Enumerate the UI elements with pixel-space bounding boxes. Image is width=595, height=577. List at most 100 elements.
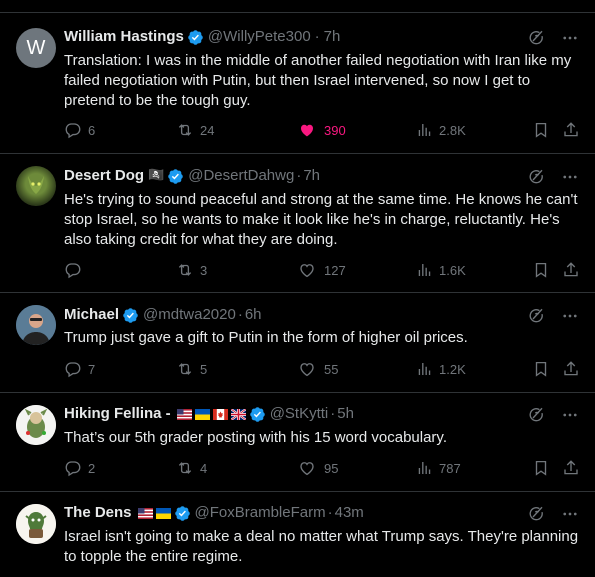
avatar[interactable] bbox=[16, 305, 56, 345]
repost-icon bbox=[176, 459, 194, 477]
share-button[interactable] bbox=[562, 261, 580, 279]
like-button[interactable]: 55 bbox=[298, 360, 338, 378]
more-icon[interactable] bbox=[561, 505, 579, 523]
timestamp[interactable]: 7h bbox=[303, 166, 320, 186]
grok-icon[interactable] bbox=[527, 307, 545, 325]
like-button[interactable]: 390 bbox=[298, 121, 346, 139]
timestamp[interactable]: 43m bbox=[335, 503, 364, 523]
us-flag-icon bbox=[177, 409, 192, 420]
share-icon bbox=[562, 121, 580, 139]
bookmark-button[interactable] bbox=[532, 121, 550, 139]
bookmark-icon bbox=[532, 459, 550, 477]
bookmark-button[interactable] bbox=[532, 459, 550, 477]
tweet-header: Hiking Fellina - @StKytti · 5h bbox=[64, 404, 525, 424]
uk-flag-icon bbox=[231, 409, 246, 420]
more-icon[interactable] bbox=[561, 29, 579, 47]
display-name[interactable]: Hiking Fellina - bbox=[64, 404, 171, 424]
tweet-text: That’s our 5th grader posting with his 1… bbox=[64, 429, 447, 446]
separator-dot: · bbox=[330, 405, 336, 422]
views-button[interactable]: 1.2K bbox=[415, 360, 466, 378]
action-bar: 7 5 55 1.2K bbox=[64, 360, 579, 380]
share-icon bbox=[562, 360, 580, 378]
repost-icon bbox=[176, 121, 194, 139]
like-count: 390 bbox=[324, 122, 346, 138]
tweet[interactable]: The Dens @FoxBrambleFarm · 43m Israel is… bbox=[0, 491, 595, 577]
reply-button[interactable]: 6 bbox=[64, 121, 95, 139]
ukraine-flag-icon bbox=[156, 508, 171, 519]
user-handle[interactable]: @WillyPete300 bbox=[208, 27, 311, 47]
grok-icon[interactable] bbox=[527, 168, 545, 186]
avatar[interactable] bbox=[16, 504, 56, 544]
like-count: 55 bbox=[324, 361, 339, 377]
timestamp[interactable]: 5h bbox=[337, 404, 354, 424]
reply-icon bbox=[64, 459, 82, 477]
more-icon[interactable] bbox=[561, 168, 579, 186]
tweet-text: Israel isn't going to make a deal no mat… bbox=[64, 528, 579, 565]
tweet-text: Translation: I was in the middle of anot… bbox=[64, 52, 572, 109]
repost-icon bbox=[176, 360, 194, 378]
share-icon bbox=[562, 459, 580, 477]
tweet-text: Trump just gave a gift to Putin in the f… bbox=[64, 329, 468, 346]
separator-dot: · bbox=[327, 504, 333, 521]
display-name[interactable]: Michael bbox=[64, 305, 119, 325]
avatar-image bbox=[16, 504, 56, 544]
tweet-header: William Hastings @WillyPete300 · 7h bbox=[64, 27, 525, 47]
views-button[interactable]: 787 bbox=[415, 459, 461, 477]
tweet[interactable]: Hiking Fellina - @StKytti · 5h That’s ou… bbox=[0, 392, 595, 491]
verified-badge-icon bbox=[249, 406, 266, 423]
repost-button[interactable]: 5 bbox=[176, 360, 207, 378]
share-button[interactable] bbox=[562, 360, 580, 378]
bookmark-icon bbox=[532, 121, 550, 139]
avatar-letter: W bbox=[26, 36, 46, 59]
tweet-header: Desert Dog 🏴‍☠️ @DesertDahwg · 7h bbox=[64, 166, 525, 186]
more-icon[interactable] bbox=[561, 307, 579, 325]
avatar[interactable] bbox=[16, 166, 56, 206]
bookmark-button[interactable] bbox=[532, 261, 550, 279]
repost-count: 3 bbox=[200, 262, 208, 278]
display-name[interactable]: The Dens bbox=[64, 503, 132, 523]
share-button[interactable] bbox=[562, 121, 580, 139]
like-icon bbox=[298, 459, 316, 477]
display-name[interactable]: Desert Dog bbox=[64, 166, 144, 186]
reply-button[interactable]: 2 bbox=[64, 459, 95, 477]
timestamp[interactable]: 7h bbox=[324, 27, 341, 47]
views-button[interactable]: 1.6K bbox=[415, 261, 466, 279]
tweet-text: He's trying to sound peaceful and strong… bbox=[64, 191, 578, 248]
repost-button[interactable]: 24 bbox=[176, 121, 214, 139]
grok-icon[interactable] bbox=[527, 406, 545, 424]
user-handle[interactable]: @mdtwa2020 bbox=[143, 305, 236, 325]
share-button[interactable] bbox=[562, 459, 580, 477]
like-button[interactable]: 127 bbox=[298, 261, 346, 279]
avatar[interactable] bbox=[16, 405, 56, 445]
repost-button[interactable]: 4 bbox=[176, 459, 207, 477]
more-icon[interactable] bbox=[561, 406, 579, 424]
verified-badge-icon bbox=[187, 29, 204, 46]
timestamp[interactable]: 6h bbox=[245, 305, 262, 325]
action-bar: 6 24 390 2.8K bbox=[64, 121, 579, 141]
tweet[interactable]: Desert Dog 🏴‍☠️ @DesertDahwg · 7h He's t… bbox=[0, 153, 595, 292]
reply-icon bbox=[64, 360, 82, 378]
reply-button[interactable] bbox=[64, 261, 88, 279]
grok-icon[interactable] bbox=[527, 29, 545, 47]
reply-count: 6 bbox=[88, 122, 96, 138]
display-name[interactable]: William Hastings bbox=[64, 27, 184, 47]
user-handle[interactable]: @DesertDahwg bbox=[188, 166, 294, 186]
user-handle[interactable]: @StKytti bbox=[270, 404, 329, 424]
grok-icon[interactable] bbox=[527, 505, 545, 523]
verified-badge-icon bbox=[122, 307, 139, 324]
bookmark-button[interactable] bbox=[532, 360, 550, 378]
repost-button[interactable]: 3 bbox=[176, 261, 207, 279]
share-icon bbox=[562, 261, 580, 279]
avatar-image bbox=[16, 305, 56, 345]
avatar-image bbox=[16, 405, 56, 445]
tweet[interactable]: Michael @mdtwa2020 · 6h Trump just gave … bbox=[0, 292, 595, 392]
tweet-header: The Dens @FoxBrambleFarm · 43m bbox=[64, 503, 525, 523]
views-button[interactable]: 2.8K bbox=[415, 121, 466, 139]
tweet[interactable]: W William Hastings @WillyPete300 · 7h Tr… bbox=[0, 12, 595, 153]
action-bar: 2 4 95 787 bbox=[64, 459, 579, 479]
like-button[interactable]: 95 bbox=[298, 459, 338, 477]
avatar[interactable]: W bbox=[16, 28, 56, 68]
reply-button[interactable]: 7 bbox=[64, 360, 95, 378]
user-handle[interactable]: @FoxBrambleFarm bbox=[195, 503, 326, 523]
reply-icon bbox=[64, 121, 82, 139]
